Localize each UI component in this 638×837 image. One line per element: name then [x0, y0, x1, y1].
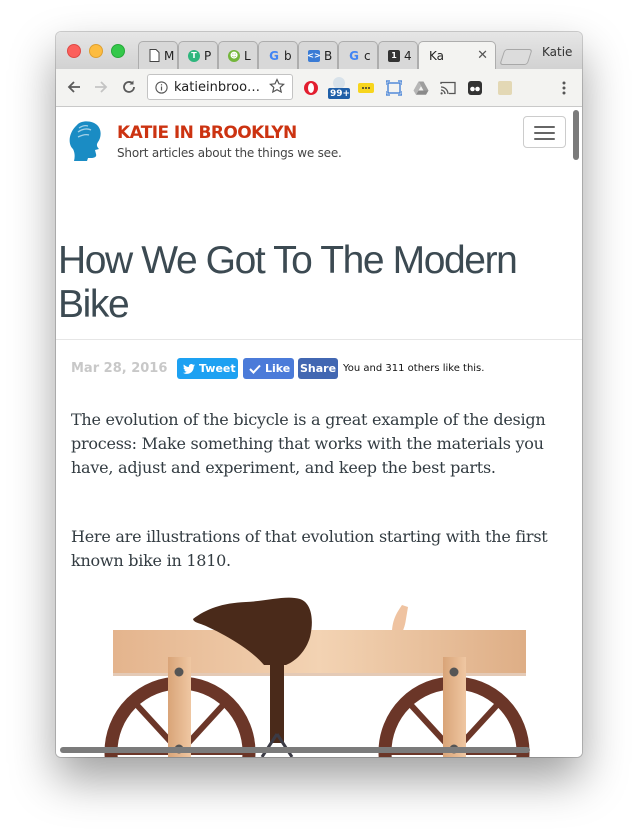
google-icon: G: [269, 48, 279, 63]
menu-bar-icon: [534, 138, 555, 140]
close-tab-icon[interactable]: ✕: [477, 48, 488, 63]
tab-label: c: [364, 48, 371, 63]
article-title: How We Got To The Modern Bike: [58, 239, 518, 326]
badge-count: 99+: [330, 89, 351, 99]
document-icon: [148, 49, 160, 62]
tab-6[interactable]: G c: [338, 41, 378, 69]
tweet-button[interactable]: Tweet: [177, 358, 238, 379]
tab-active[interactable]: Ka ✕: [418, 41, 496, 69]
url-text: katieinbroo…: [174, 80, 261, 95]
vertical-scrollbar[interactable]: [573, 110, 579, 160]
site-tagline: Short articles about the things we see.: [117, 146, 342, 160]
article-paragraph: Here are illustrations of that evolution…: [71, 527, 548, 570]
site-logo-icon[interactable]: [65, 119, 107, 165]
frog-icon: ☻: [228, 49, 240, 62]
minimize-window-button[interactable]: [89, 44, 103, 58]
checkmark-icon: [249, 364, 261, 374]
bookmark-star-icon[interactable]: [268, 77, 286, 95]
forward-button[interactable]: [90, 76, 112, 98]
drive-icon[interactable]: [412, 79, 430, 97]
info-icon: [155, 81, 168, 94]
opera-icon[interactable]: [302, 79, 320, 97]
horizontal-scrollbar[interactable]: [60, 747, 530, 753]
share-button[interactable]: Share: [298, 358, 338, 379]
screenshot-icon[interactable]: [385, 79, 403, 97]
tab-label: M: [164, 48, 175, 63]
browser-window: M T P ☻ L G b <> B G c 1 4 Ka ✕ Katie ka…: [56, 32, 582, 757]
tab-5[interactable]: <> B: [298, 41, 338, 69]
profile-name[interactable]: Katie: [542, 45, 572, 59]
tampermonkey-icon[interactable]: [466, 79, 484, 97]
draisine-bike-illustration: [104, 597, 530, 757]
like-button[interactable]: Like: [243, 358, 294, 379]
browser-toolbar: katieinbroo… 99+: [56, 69, 582, 107]
divider: [56, 339, 582, 340]
reload-button[interactable]: [118, 76, 140, 98]
reload-icon: [123, 80, 135, 93]
site-title[interactable]: KATIE IN BROOKLYN: [117, 123, 297, 143]
forward-arrow-icon: [95, 81, 108, 93]
tab-7[interactable]: 1 4: [378, 41, 418, 69]
article-date: Mar 28, 2016: [71, 361, 168, 376]
extension-badge-icon[interactable]: 99+: [328, 75, 350, 101]
like-count-text: You and 311 others like this.: [343, 363, 485, 374]
tab-label: Ka: [429, 48, 445, 63]
back-arrow-icon: [67, 81, 80, 93]
tweet-label: Tweet: [199, 362, 236, 375]
brackets-icon: <>: [307, 49, 321, 62]
tab-label: L: [244, 48, 251, 63]
cast-icon[interactable]: [439, 79, 457, 97]
number-one-icon: 1: [388, 49, 400, 62]
like-label: Like: [265, 362, 291, 375]
tab-1[interactable]: M: [138, 41, 178, 69]
menu-bar-icon: [534, 126, 555, 128]
tab-label: P: [204, 48, 212, 63]
tab-label: 4: [404, 48, 412, 63]
tab-label: b: [284, 48, 292, 63]
tab-3[interactable]: ☻ L: [218, 41, 258, 69]
nav-menu-button[interactable]: [523, 116, 566, 148]
back-button[interactable]: [63, 76, 85, 98]
menu-dots-icon[interactable]: [555, 79, 573, 97]
tab-4[interactable]: G b: [258, 41, 298, 69]
new-tab-button[interactable]: [499, 49, 533, 65]
close-window-button[interactable]: [67, 44, 81, 58]
menu-bar-icon: [534, 132, 555, 134]
extension-square-icon[interactable]: [496, 79, 514, 97]
tab-2[interactable]: T P: [178, 41, 218, 69]
tree-icon: T: [188, 49, 200, 62]
dots-extension-icon[interactable]: [357, 79, 375, 97]
share-label: Share: [299, 362, 337, 375]
google-icon: G: [349, 48, 359, 63]
twitter-bird-icon: [183, 363, 195, 374]
tab-label: B: [324, 48, 333, 63]
article-paragraph: The evolution of the bicycle is a great …: [71, 410, 546, 477]
page-content: KATIE IN BROOKLYN Short articles about t…: [56, 107, 582, 757]
window-controls: [67, 44, 125, 58]
zoom-window-button[interactable]: [111, 44, 125, 58]
tab-strip: M T P ☻ L G b <> B G c 1 4 Ka ✕ Katie: [56, 32, 582, 69]
